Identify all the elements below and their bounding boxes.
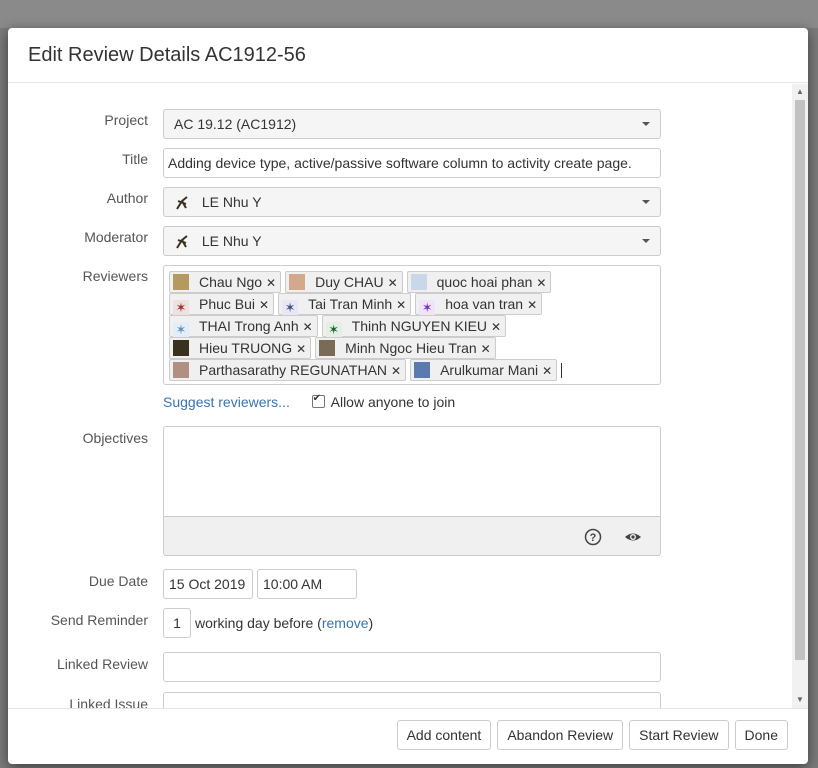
remove-icon[interactable]: ✕ [391,364,401,378]
chevron-down-icon [642,239,650,243]
objectives-toolbar: ? [163,516,661,556]
project-value: AC 19.12 (AC1912) [174,116,297,132]
edit-review-dialog: Edit Review Details AC1912-56 Project AC… [8,28,808,764]
remove-icon[interactable]: ✕ [491,320,501,334]
remove-icon[interactable]: ✕ [542,364,552,378]
reviewer-tag: Hieu TRUONG ✕ [169,337,312,359]
reviewer-tag: Minh Ngoc Hieu Tran ✕ [315,337,496,359]
moderator-label: Moderator [84,229,148,245]
author-avatar-icon [176,196,188,210]
title-label: Title [122,151,148,167]
reviewer-tag: quoc hoai phan ✕ [406,271,552,293]
dialog-title: Edit Review Details AC1912-56 [8,28,808,83]
scroll-thumb[interactable] [795,100,805,660]
project-label: Project [104,112,148,128]
due-time-input[interactable]: 10:00 AM [257,569,357,599]
reviewer-tag: Arulkumar Mani ✕ [410,359,558,381]
reviewer-tag: ✶ hoa van tran ✕ [415,293,543,316]
remove-icon[interactable]: ✕ [396,298,406,312]
author-select[interactable]: LE Nhu Y [163,187,661,217]
send-reminder-label: Send Reminder [50,612,148,628]
moderator-select[interactable]: LE Nhu Y [163,226,661,256]
abandon-review-button[interactable]: Abandon Review [497,720,624,750]
linked-review-input[interactable] [163,652,661,682]
remove-icon[interactable]: ✕ [296,342,306,356]
reviewer-tag: ✶ THAI Trong Anh ✕ [169,315,318,338]
dialog-body: Project AC 19.12 (AC1912) Title Adding d… [8,84,792,708]
reminder-close: ) [368,615,374,631]
allow-anyone-label: Allow anyone to join [330,394,456,410]
chevron-down-icon [642,122,650,126]
add-content-button[interactable]: Add content [396,720,492,750]
avatar [173,362,189,378]
remove-icon[interactable]: ✕ [481,342,491,356]
scrollbar[interactable]: ▲ ▼ [792,84,808,708]
start-review-button[interactable]: Start Review [629,720,729,750]
reviewer-tag: Chau Ngo ✕ [169,271,282,293]
done-button[interactable]: Done [734,720,788,750]
due-date-input[interactable]: 15 Oct 2019 [163,569,253,599]
reminder-days-input[interactable]: 1 [163,608,191,638]
reviewers-label: Reviewers [82,268,148,284]
avatar [173,274,189,290]
avatar [319,340,336,356]
reviewer-tag: Parthasarathy REGUNATHAN ✕ [169,359,407,381]
background-page [0,0,818,28]
due-date-label: Due Date [88,573,148,589]
remove-icon[interactable]: ✕ [536,276,546,290]
moderator-value: LE Nhu Y [201,233,262,249]
author-label: Author [106,190,148,206]
reviewer-tag: Duy CHAU ✕ [285,271,403,293]
reviewers-field[interactable]: Chau Ngo ✕ Duy CHAU ✕ quoc hoai phan ✕ ✶ Phuc … [163,265,661,385]
scroll-down-icon[interactable]: ▼ [792,692,808,708]
allow-anyone-checkbox[interactable] [311,393,325,408]
project-select[interactable]: AC 19.12 (AC1912) [163,109,661,139]
linked-review-label: Linked Review [56,656,148,672]
remove-icon[interactable]: ✕ [527,298,537,312]
avatar [289,274,306,290]
objectives-textarea[interactable] [163,426,661,516]
avatar [414,362,431,378]
avatar [410,274,427,290]
reminder-text: working day before ( [195,615,322,631]
reviewer-tag: ✶ Phuc Bui ✕ [169,293,275,316]
dialog-footer: Add content Abandon Review Start Review Don… [8,708,808,764]
objectives-label: Objectives [82,430,148,446]
remove-icon[interactable]: ✕ [259,298,269,312]
linked-issue-label: Linked Issue [69,696,148,708]
suggest-reviewers-link[interactable]: Suggest reviewers... [163,394,290,410]
remove-icon[interactable]: ✕ [303,320,313,334]
help-icon[interactable]: ? [584,528,602,546]
svg-text:?: ? [590,532,597,544]
reviewer-tag: ✶ Thinh NGUYEN KIEU ✕ [321,315,507,338]
remove-icon[interactable]: ✕ [266,276,276,290]
chevron-down-icon [642,200,650,204]
avatar [173,340,189,356]
scroll-up-icon[interactable]: ▲ [792,84,808,100]
title-input[interactable]: Adding device type, active/passive softw… [163,148,661,178]
reviewer-tag: ✶ Tai Tran Minh ✕ [278,293,412,316]
remove-icon[interactable]: ✕ [388,276,398,290]
author-value: LE Nhu Y [201,194,262,210]
text-cursor [561,363,563,378]
moderator-avatar-icon [176,235,188,249]
preview-eye-icon[interactable] [624,528,642,546]
linked-issue-input[interactable] [163,692,661,708]
remove-reminder-link[interactable]: remove [322,615,369,631]
